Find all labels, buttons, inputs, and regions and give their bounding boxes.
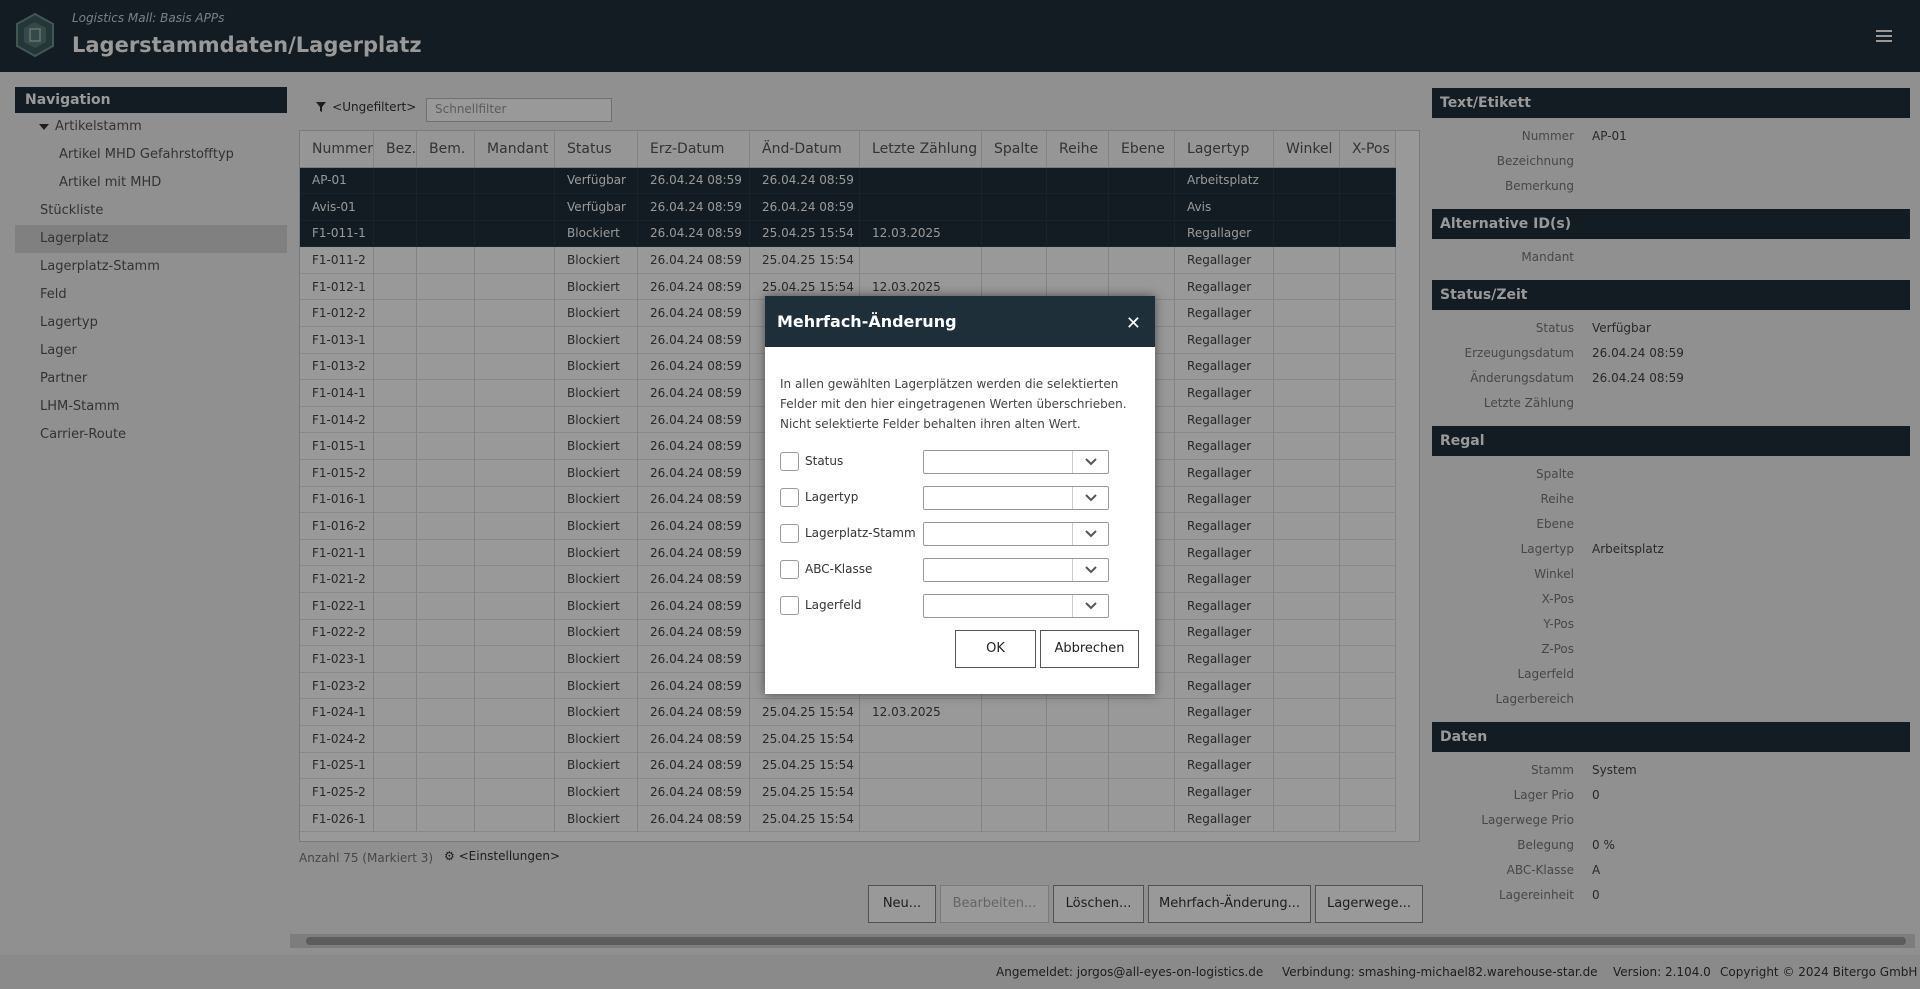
- dialog-field-row: ABC-Klasse: [780, 558, 1125, 582]
- chevron-down-icon[interactable]: [1072, 451, 1108, 473]
- field-checkbox[interactable]: [780, 560, 799, 579]
- ok-button[interactable]: OK: [955, 630, 1036, 668]
- field-checkbox[interactable]: [780, 452, 799, 471]
- field-checkbox[interactable]: [780, 596, 799, 615]
- field-select[interactable]: [923, 522, 1109, 546]
- dialog-description: In allen gewählten Lagerplätzen werden d…: [765, 347, 1155, 434]
- field-checkbox[interactable]: [780, 488, 799, 507]
- field-checkbox-label: Status: [805, 454, 844, 468]
- dialog-header: Mehrfach-Änderung ✕: [765, 296, 1155, 347]
- chevron-down-icon[interactable]: [1072, 487, 1108, 509]
- field-select[interactable]: [923, 558, 1109, 582]
- close-icon[interactable]: ✕: [1126, 313, 1141, 334]
- chevron-down-icon[interactable]: [1072, 595, 1108, 617]
- dialog-field-row: Lagerplatz-Stamm: [780, 522, 1125, 546]
- dialog-title: Mehrfach-Änderung: [777, 312, 957, 331]
- cancel-button[interactable]: Abbrechen: [1040, 630, 1139, 668]
- dialog-text-line: In allen gewählten Lagerplätzen werden d…: [780, 377, 1119, 391]
- field-select[interactable]: [923, 486, 1109, 510]
- field-select[interactable]: [923, 594, 1109, 618]
- dialog-field-row: Lagerfeld: [780, 594, 1125, 618]
- dialog-text-line: Felder mit den hier eingetragenen Werten…: [780, 397, 1127, 411]
- field-checkbox-label: Lagerfeld: [805, 598, 862, 612]
- field-select[interactable]: [923, 450, 1109, 474]
- field-checkbox[interactable]: [780, 524, 799, 543]
- field-checkbox-label: Lagertyp: [805, 490, 859, 504]
- field-checkbox-label: Lagerplatz-Stamm: [805, 526, 916, 540]
- dialog-field-row: Status: [780, 450, 1125, 474]
- field-checkbox-label: ABC-Klasse: [805, 562, 873, 576]
- dialog-field-row: Lagertyp: [780, 486, 1125, 510]
- multi-change-dialog: Mehrfach-Änderung ✕ In allen gewählten L…: [765, 296, 1155, 694]
- dialog-text-line: Nicht selektierte Felder behalten ihren …: [780, 417, 1081, 431]
- chevron-down-icon[interactable]: [1072, 523, 1108, 545]
- chevron-down-icon[interactable]: [1072, 559, 1108, 581]
